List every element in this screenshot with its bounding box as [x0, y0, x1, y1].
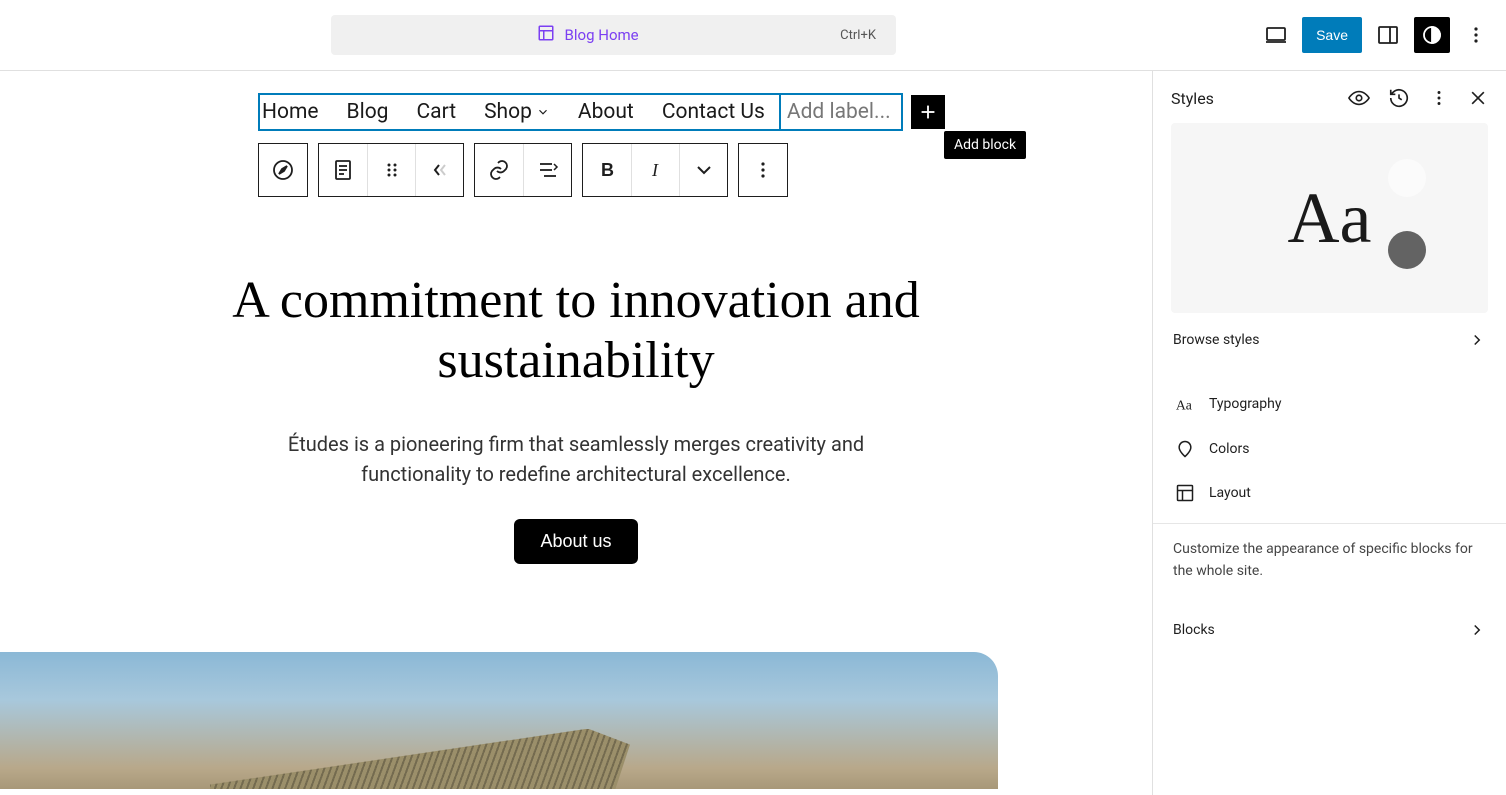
close-sidebar-button[interactable] — [1468, 88, 1488, 108]
svg-text:B: B — [601, 160, 614, 180]
nav-item-contact[interactable]: Contact Us — [648, 100, 779, 124]
sidebar-title: Styles — [1171, 89, 1214, 108]
add-label-input[interactable]: Add label... — [779, 93, 903, 131]
styles-sidebar-toggle[interactable] — [1414, 17, 1450, 53]
svg-text:I: I — [651, 160, 659, 180]
drag-icon — [380, 158, 404, 182]
link-button[interactable] — [475, 144, 523, 196]
compass-icon — [271, 158, 295, 182]
settings-sidebar-toggle[interactable] — [1370, 17, 1406, 53]
nav-item-blog[interactable]: Blog — [333, 100, 403, 124]
chevron-right-icon — [1468, 331, 1486, 349]
more-options-button[interactable] — [1458, 17, 1494, 53]
styles-sidebar: Styles Aa Browse style — [1152, 71, 1506, 795]
colors-row[interactable]: Colors — [1153, 427, 1506, 471]
add-block-tooltip: Add block — [944, 131, 1026, 159]
chevron-right-icon — [1468, 621, 1486, 639]
nav-item-shop[interactable]: Shop — [470, 100, 564, 124]
submenu-icon — [536, 158, 560, 182]
navigation-block[interactable]: Home Blog Cart Shop About Contact Us Add… — [258, 93, 1152, 131]
sidebar-more-button[interactable] — [1428, 87, 1450, 109]
typography-icon: Aa — [1173, 393, 1197, 415]
customize-help-text: Customize the appearance of specific blo… — [1153, 532, 1506, 585]
revisions-button[interactable] — [1388, 87, 1410, 109]
blocks-row[interactable]: Blocks — [1153, 603, 1506, 657]
hero-image[interactable] — [0, 652, 998, 789]
nav-item-home[interactable]: Home — [260, 100, 333, 124]
nav-item-about[interactable]: About — [564, 100, 648, 124]
chevron-down-icon — [536, 105, 550, 119]
add-block-button[interactable] — [911, 95, 945, 129]
view-button[interactable] — [1258, 17, 1294, 53]
style-book-button[interactable] — [1348, 87, 1370, 109]
bold-button[interactable]: B — [583, 144, 631, 196]
move-block-button[interactable] — [415, 144, 463, 196]
hero-paragraph[interactable]: Études is a pioneering firm that seamles… — [246, 429, 906, 489]
link-icon — [487, 158, 511, 182]
layout-icon — [1173, 483, 1197, 503]
bold-icon: B — [595, 158, 619, 182]
color-swatch-light — [1388, 159, 1426, 197]
chevrons-icon — [428, 158, 452, 182]
submenu-button[interactable] — [523, 144, 571, 196]
hero-heading[interactable]: A commitment to innovation and sustainab… — [216, 271, 936, 391]
italic-button[interactable]: I — [631, 144, 679, 196]
template-name: Blog Home — [565, 26, 639, 44]
color-swatch-dark — [1388, 231, 1426, 269]
nav-item-cart[interactable]: Cart — [402, 100, 470, 124]
template-selector[interactable]: Blog Home Ctrl+K — [331, 15, 896, 55]
chevron-down-icon — [692, 158, 716, 182]
block-view-button[interactable] — [319, 144, 367, 196]
save-button[interactable]: Save — [1302, 17, 1362, 53]
typography-row[interactable]: Aa Typography — [1153, 381, 1506, 427]
about-us-button[interactable]: About us — [514, 519, 637, 564]
more-vertical-icon — [751, 158, 775, 182]
layout-icon — [537, 24, 555, 46]
style-preview[interactable]: Aa — [1171, 123, 1488, 313]
page-icon — [331, 158, 355, 182]
layout-row[interactable]: Layout — [1153, 471, 1506, 515]
more-format-button[interactable] — [679, 144, 727, 196]
top-bar: Blog Home Ctrl+K Save — [0, 0, 1506, 71]
drag-handle-button[interactable] — [367, 144, 415, 196]
colors-icon — [1173, 439, 1197, 459]
keyboard-shortcut: Ctrl+K — [840, 28, 884, 43]
hero-section: A commitment to innovation and sustainab… — [0, 271, 1152, 564]
block-type-button[interactable] — [259, 144, 307, 196]
browse-styles-row[interactable]: Browse styles — [1153, 313, 1506, 367]
editor-canvas[interactable]: Home Blog Cart Shop About Contact Us Add… — [0, 71, 1152, 795]
block-options-button[interactable] — [739, 144, 787, 196]
svg-text:Aa: Aa — [1176, 398, 1192, 413]
italic-icon: I — [644, 158, 668, 182]
